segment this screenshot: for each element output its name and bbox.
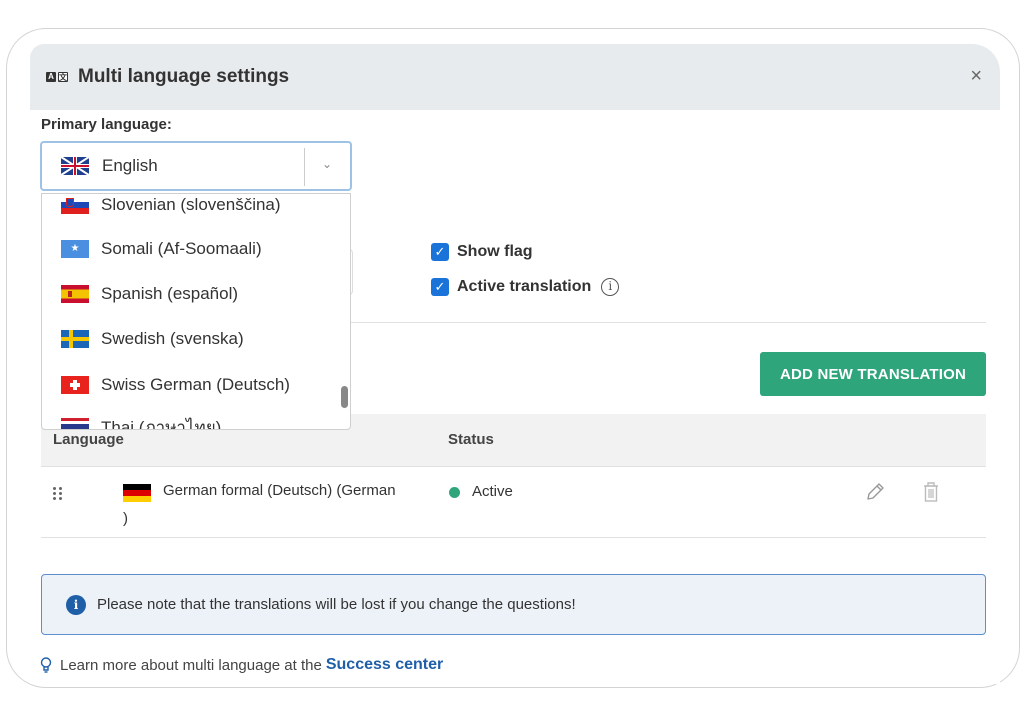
dropdown-scrollbar[interactable] <box>341 386 348 408</box>
info-notice: i Please note that the translations will… <box>41 574 986 635</box>
dropdown-option-somali[interactable]: ★ Somali (Af-Soomaali) <box>42 229 342 269</box>
spain-flag-icon <box>61 285 89 303</box>
dropdown-option-swedish[interactable]: Swedish (svenska) <box>42 319 342 359</box>
lightbulb-icon <box>40 657 52 673</box>
dropdown-option-label: Swedish (svenska) <box>101 329 244 348</box>
translate-icon: A文 <box>46 72 68 82</box>
drag-handle-icon[interactable] <box>53 487 63 501</box>
info-circle-icon: i <box>66 594 86 615</box>
modal-title: Multi language settings <box>78 66 290 87</box>
show-flag-label: Show flag <box>457 243 533 260</box>
info-icon[interactable]: i <box>601 278 620 296</box>
somalia-flag-icon: ★ <box>61 240 89 258</box>
uk-flag-icon <box>61 157 89 175</box>
multi-language-modal: A文 Multi language settings × Primary lan… <box>30 44 1000 684</box>
chevron-down-icon[interactable]: ⌄ <box>322 157 332 171</box>
close-icon[interactable]: × <box>970 66 982 86</box>
dropdown-option-label: Slovenian (slovenščina) <box>101 195 281 214</box>
modal-header: A文 Multi language settings × <box>30 44 1000 110</box>
thailand-flag-icon <box>61 418 89 429</box>
dropdown-option-label: Somali (Af-Soomaali) <box>101 239 262 258</box>
dropdown-option-swiss-german[interactable]: Swiss German (Deutsch) <box>42 365 342 405</box>
status-dot <box>449 487 460 498</box>
slovenia-flag-icon <box>61 196 89 214</box>
dropdown-option-label: Spanish (español) <box>101 284 239 303</box>
active-translation-label: Active translation <box>457 278 592 295</box>
notice-text: Please note that the translations will b… <box>97 596 576 613</box>
status-column-header: Status <box>448 431 494 448</box>
trash-icon[interactable] <box>921 480 941 504</box>
dropdown-option-label: Thai (ภาษาไทย) <box>101 417 222 430</box>
dropdown-option-slovenian[interactable]: Slovenian (slovenščina) <box>42 194 342 225</box>
success-center-link[interactable]: Success center <box>326 656 443 674</box>
pencil-icon[interactable] <box>863 480 887 504</box>
active-translation-option: ✓ Active translation i <box>431 278 620 296</box>
table-row: German formal (Deutsch) (German ) Active <box>41 468 986 538</box>
dropdown-option-label: Swiss German (Deutsch) <box>101 375 290 394</box>
row-language-name-tail: ) <box>123 510 128 527</box>
dropdown-option-thai[interactable]: Thai (ภาษาไทย) <box>42 407 342 430</box>
select-separator <box>304 148 305 186</box>
check-icon: ✓ <box>434 244 446 259</box>
row-language-name: German formal (Deutsch) (German <box>163 482 396 499</box>
footer-text: Learn more about multi language at the <box>60 656 322 674</box>
switzerland-flag-icon <box>61 376 89 394</box>
primary-language-value: English <box>102 156 158 175</box>
primary-language-select[interactable]: English ⌄ <box>40 141 352 191</box>
check-icon: ✓ <box>434 279 446 294</box>
germany-flag-icon <box>123 484 151 502</box>
language-dropdown-menu[interactable]: Slovenian (slovenščina) ★ Somali (Af-Soo… <box>41 193 351 430</box>
footer: Learn more about multi language at the S… <box>40 656 443 674</box>
language-column-header: Language <box>53 431 124 448</box>
show-flag-checkbox[interactable]: ✓ <box>431 243 449 261</box>
active-translation-checkbox[interactable]: ✓ <box>431 278 449 296</box>
row-status: Active <box>472 483 513 500</box>
add-new-translation-button[interactable]: ADD NEW TRANSLATION <box>760 352 986 396</box>
show-flag-option: ✓ Show flag <box>431 243 533 261</box>
sweden-flag-icon <box>61 330 89 348</box>
primary-language-label: Primary language: <box>41 116 172 133</box>
dropdown-option-spanish[interactable]: Spanish (español) <box>42 274 342 314</box>
